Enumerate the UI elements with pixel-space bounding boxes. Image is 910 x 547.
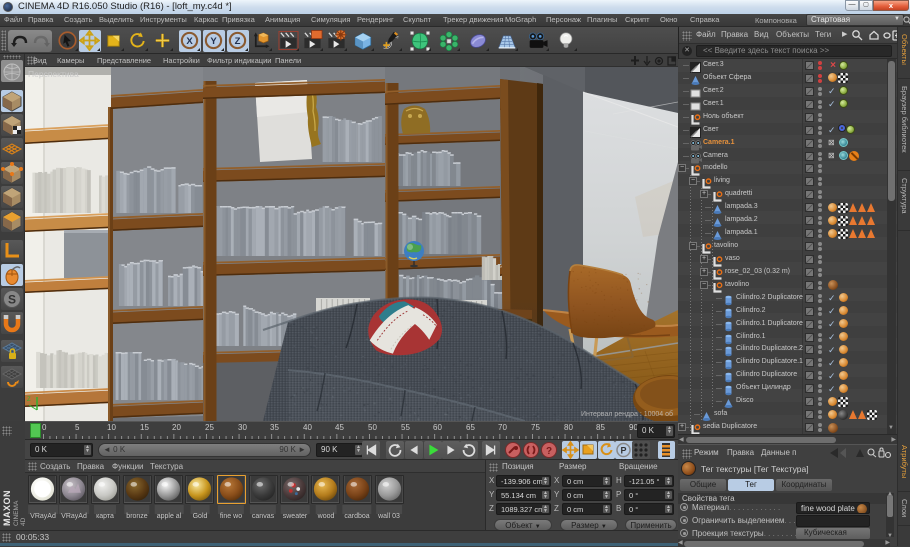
svg-text:Y: Y — [210, 36, 217, 47]
svg-text:Z: Z — [27, 397, 31, 403]
svg-text:Интервал рендра : 10004 об: Интервал рендра : 10004 об — [581, 410, 673, 418]
svg-text:Перспектива: Перспектива — [28, 69, 79, 79]
svg-text:?: ? — [546, 446, 552, 457]
svg-text:P: P — [620, 446, 626, 456]
svg-text:Z: Z — [235, 36, 241, 47]
svg-text:S: S — [8, 293, 16, 307]
svg-text:X: X — [186, 36, 193, 47]
